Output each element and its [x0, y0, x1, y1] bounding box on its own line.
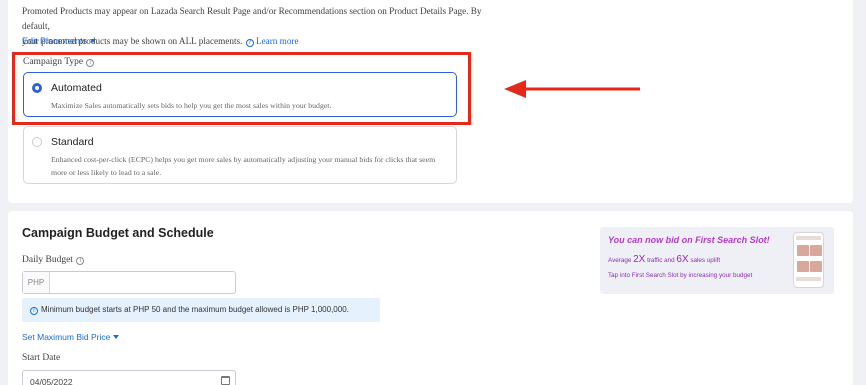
budget-section-title: Campaign Budget and Schedule	[22, 226, 214, 240]
banner-line-traffic: Average 2X traffic and 6X sales uplift	[608, 254, 720, 265]
banner-sales-multiplier: 6X	[676, 254, 689, 265]
start-date-input[interactable]: 04/05/2022	[22, 370, 236, 385]
banner-line1-prefix: Average	[608, 257, 632, 264]
banner-line1-suffix: sales uplift	[690, 257, 721, 264]
option-description: Maximize Sales automatically sets bids t…	[51, 101, 332, 110]
daily-budget-label-text: Daily Budget	[22, 255, 73, 265]
banner-title: You can now bid on First Search Slot!	[608, 235, 770, 245]
edit-placements-label: Edit Placements	[22, 36, 88, 46]
first-search-slot-banner[interactable]: You can now bid on First Search Slot! Av…	[600, 227, 834, 294]
info-icon: i	[76, 257, 85, 265]
placements-line1: Promoted Products may appear on Lazada S…	[22, 6, 482, 31]
option-title: Automated	[51, 82, 102, 94]
caret-down-icon	[90, 39, 97, 43]
radio-unselected-icon[interactable]	[32, 137, 42, 147]
banner-line-tip: Tap into First Search Slot by increasing…	[608, 272, 753, 279]
daily-budget-input[interactable]: PHP	[22, 271, 236, 294]
budget-notice: i Minimum budget starts at PHP 50 and the…	[22, 298, 380, 322]
campaign-type-option-standard[interactable]: Standard Enhanced cost-per-click (ECPC) …	[23, 126, 457, 184]
currency-prefix: PHP	[23, 272, 50, 293]
info-icon: i	[86, 59, 95, 67]
set-max-bid-button[interactable]: Set Maximum Bid Price	[22, 332, 120, 342]
info-icon: ?	[245, 39, 254, 47]
start-date-label: Start Date	[22, 353, 61, 363]
daily-budget-label: Daily Budget i	[22, 255, 85, 265]
option-description: Enhanced cost-per-click (ECPC) helps you…	[51, 155, 436, 177]
calendar-icon[interactable]	[221, 376, 230, 385]
banner-line1-mid: traffic and	[647, 257, 675, 264]
budget-notice-text: Minimum budget starts at PHP 50 and the …	[41, 305, 349, 314]
campaign-type-label-text: Campaign Type	[23, 57, 84, 67]
phone-product-thumb	[810, 245, 822, 256]
phone-product-thumb	[797, 261, 809, 272]
edit-placements-button[interactable]: Edit Placements	[22, 36, 97, 46]
learn-more-link[interactable]: Learn more	[256, 36, 299, 46]
arrow-left-icon	[504, 80, 640, 98]
phone-preview-image	[793, 232, 824, 288]
placements-card: Promoted Products may appear on Lazada S…	[8, 0, 853, 203]
phone-header-bar	[796, 236, 821, 240]
radio-selected-icon[interactable]	[32, 83, 42, 93]
phone-footer-bar	[796, 277, 821, 281]
start-date-value: 04/05/2022	[30, 377, 73, 385]
set-max-bid-label: Set Maximum Bid Price	[22, 332, 111, 342]
budget-schedule-card: Campaign Budget and Schedule Daily Budge…	[8, 211, 853, 385]
phone-product-thumb	[810, 261, 822, 272]
banner-traffic-multiplier: 2X	[633, 254, 646, 265]
option-title: Standard	[51, 136, 94, 148]
info-icon: i	[30, 307, 38, 315]
caret-down-icon	[113, 335, 120, 339]
phone-product-thumb	[797, 245, 809, 256]
campaign-type-label: Campaign Type i	[23, 57, 95, 67]
campaign-type-option-automated[interactable]: Automated Maximize Sales automatically s…	[23, 72, 457, 117]
